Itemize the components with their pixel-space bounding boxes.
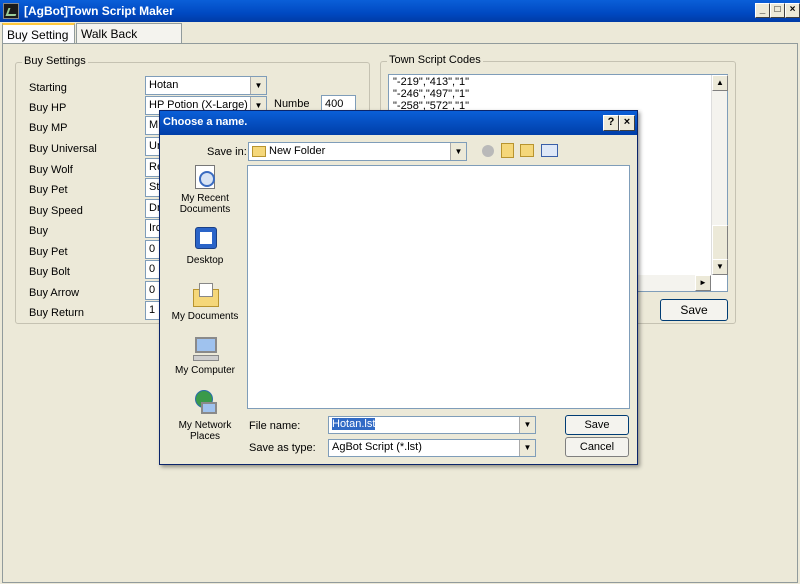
back-icon[interactable] — [482, 145, 494, 157]
buy-row-label: Buy Wolf — [29, 164, 73, 176]
buy-row-label: Buy MP — [29, 122, 68, 134]
my-computer-icon — [191, 335, 219, 363]
buy-row-label: Buy Universal — [29, 143, 97, 155]
recent-documents-icon — [191, 163, 219, 191]
network-places-icon — [191, 390, 219, 418]
window-title: [AgBot]Town Script Maker — [24, 4, 174, 18]
save-type-label: Save as type: — [249, 442, 316, 454]
dialog-cancel-button[interactable]: Cancel — [565, 437, 629, 457]
view-menu-icon[interactable] — [541, 144, 558, 157]
buy-row-value: St — [149, 181, 160, 193]
scroll-up-icon[interactable]: ▲ — [712, 75, 728, 91]
buy-row-label: Starting — [29, 82, 67, 94]
dialog-close-button[interactable]: × — [619, 115, 635, 131]
save-type-select[interactable]: AgBot Script (*.lst) ▼ — [328, 439, 536, 457]
tab-walk-back-setting[interactable]: Walk Back Setting — [76, 23, 182, 55]
chevron-down-icon[interactable]: ▼ — [450, 143, 466, 160]
file-name-value: Hotan.lst — [332, 418, 376, 430]
folder-icon — [252, 146, 266, 157]
place-my-computer[interactable]: My Computer — [168, 335, 242, 376]
scroll-right-icon[interactable]: ► — [695, 275, 711, 291]
app-icon — [3, 3, 19, 19]
tab-buy-setting[interactable]: Buy Setting — [2, 23, 75, 44]
place-recent-documents[interactable]: My Recent Documents — [168, 163, 242, 215]
buy-row-label: Buy Speed — [29, 205, 83, 217]
buy-row-label: Buy Bolt — [29, 266, 70, 278]
buy-row-label: Buy Pet — [29, 184, 68, 196]
buy-row-label: Buy — [29, 225, 48, 237]
close-button[interactable]: × — [785, 3, 800, 18]
maximize-button[interactable]: □ — [770, 3, 785, 18]
file-list-view[interactable] — [247, 165, 630, 409]
codes-save-button[interactable]: Save — [660, 299, 728, 321]
file-name-input[interactable]: Hotan.lst ▼ — [328, 416, 536, 434]
buy-row-label: Buy Return — [29, 307, 85, 319]
buy-row-value: 0 — [149, 263, 156, 275]
help-button[interactable]: ? — [603, 115, 619, 131]
buy-row-value: Hotan — [149, 79, 179, 91]
dialog-title-bar: Choose a name. ? × — [160, 111, 637, 135]
buy-settings-legend: Buy Settings — [22, 55, 88, 67]
minimize-button[interactable]: _ — [755, 3, 770, 18]
place-my-documents[interactable]: My Documents — [168, 281, 242, 322]
window-title-bar: [AgBot]Town Script Maker _ □ × — [0, 0, 800, 22]
up-folder-icon[interactable] — [501, 143, 514, 158]
new-folder-icon[interactable] — [520, 144, 534, 157]
place-label: My Computer — [174, 365, 235, 376]
place-label: My Recent Documents — [179, 193, 231, 215]
scroll-thumb[interactable] — [712, 225, 728, 261]
save-in-label: Save in: — [207, 146, 247, 158]
dialog-title: Choose a name. — [163, 116, 248, 128]
place-desktop[interactable]: Desktop — [168, 225, 242, 266]
buy-row-label: Buy HP — [29, 102, 67, 114]
vertical-scrollbar[interactable]: ▲ ▼ — [711, 75, 728, 275]
chevron-down-icon[interactable]: ▼ — [519, 417, 535, 433]
buy-row-value: 0 — [149, 243, 156, 255]
place-label: My Network Places — [178, 420, 232, 442]
chevron-down-icon[interactable]: ▼ — [519, 440, 535, 456]
place-label: Desktop — [186, 255, 224, 266]
save-type-value: AgBot Script (*.lst) — [332, 441, 422, 453]
number-label: Numbe — [274, 98, 310, 110]
code-line: "-219","413","1" — [393, 76, 470, 88]
save-in-value: New Folder — [269, 145, 326, 157]
buy-row-value: 1 — [149, 304, 156, 316]
place-label: My Documents — [171, 311, 239, 322]
buy-row-combo[interactable]: Hotan ▼ — [145, 76, 267, 95]
place-network-places[interactable]: My Network Places — [168, 390, 242, 442]
save-in-combo[interactable]: New Folder ▼ — [248, 142, 467, 161]
dialog-save-button[interactable]: Save — [565, 415, 629, 435]
code-line: "-246","497","1" — [393, 88, 470, 100]
my-documents-icon — [191, 281, 219, 309]
scroll-down-icon[interactable]: ▼ — [712, 259, 728, 275]
file-name-label: File name: — [249, 420, 301, 432]
desktop-icon — [191, 225, 219, 253]
codes-legend: Town Script Codes — [387, 54, 483, 66]
save-dialog: Choose a name. ? × Save in: New Folder ▼… — [159, 110, 638, 465]
buy-row-label: Buy Pet — [29, 246, 68, 258]
buy-row-value: 0 — [149, 284, 156, 296]
buy-row-label: Buy Arrow — [29, 287, 80, 299]
chevron-down-icon[interactable]: ▼ — [250, 77, 266, 94]
